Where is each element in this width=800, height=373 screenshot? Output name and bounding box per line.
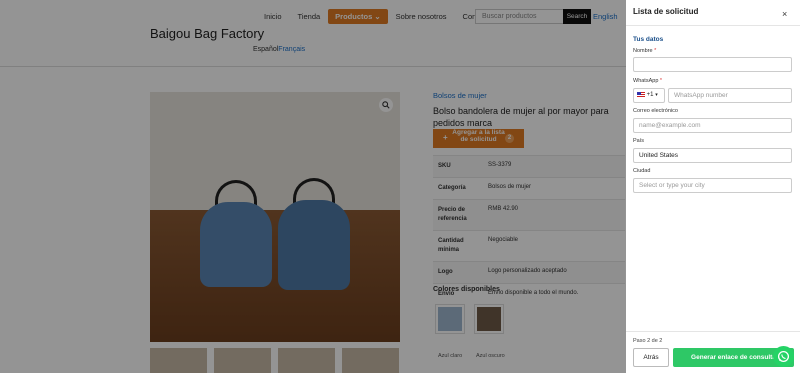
divider <box>626 331 800 332</box>
section-heading: Tus datos <box>633 36 664 43</box>
us-flag-icon <box>637 92 645 97</box>
divider <box>626 25 800 26</box>
name-label: Nombre * <box>633 48 656 54</box>
email-field[interactable]: name@example.com <box>633 118 792 133</box>
city-field[interactable]: Select or type your city <box>633 178 792 193</box>
request-list-drawer: Lista de solicitud Tus datos Nombre * Wh… <box>626 0 800 373</box>
whatsapp-icon[interactable] <box>773 346 794 367</box>
back-button[interactable]: Atrás <box>633 348 669 367</box>
country-label: País <box>633 138 645 144</box>
country-field[interactable]: United States <box>633 148 792 163</box>
country-code-select[interactable]: +1 ▾ <box>633 88 665 103</box>
city-label: Ciudad <box>633 168 651 174</box>
required-mark: * <box>654 48 657 54</box>
drawer-title: Lista de solicitud <box>633 7 699 16</box>
name-field[interactable] <box>633 57 792 72</box>
whatsapp-field[interactable]: WhatsApp number <box>668 88 792 103</box>
modal-backdrop[interactable] <box>0 0 626 373</box>
close-icon[interactable]: × <box>782 9 787 19</box>
whatsapp-label: WhatsApp * <box>633 78 662 84</box>
country-code: +1 <box>646 92 654 99</box>
chevron-down-icon: ▾ <box>655 92 658 99</box>
whatsapp-label-text: WhatsApp <box>633 78 659 84</box>
step-indicator: Paso 2 de 2 <box>633 338 663 344</box>
email-label: Correo electrónico <box>633 108 678 114</box>
name-label-text: Nombre <box>633 48 653 54</box>
required-mark: * <box>659 78 663 84</box>
